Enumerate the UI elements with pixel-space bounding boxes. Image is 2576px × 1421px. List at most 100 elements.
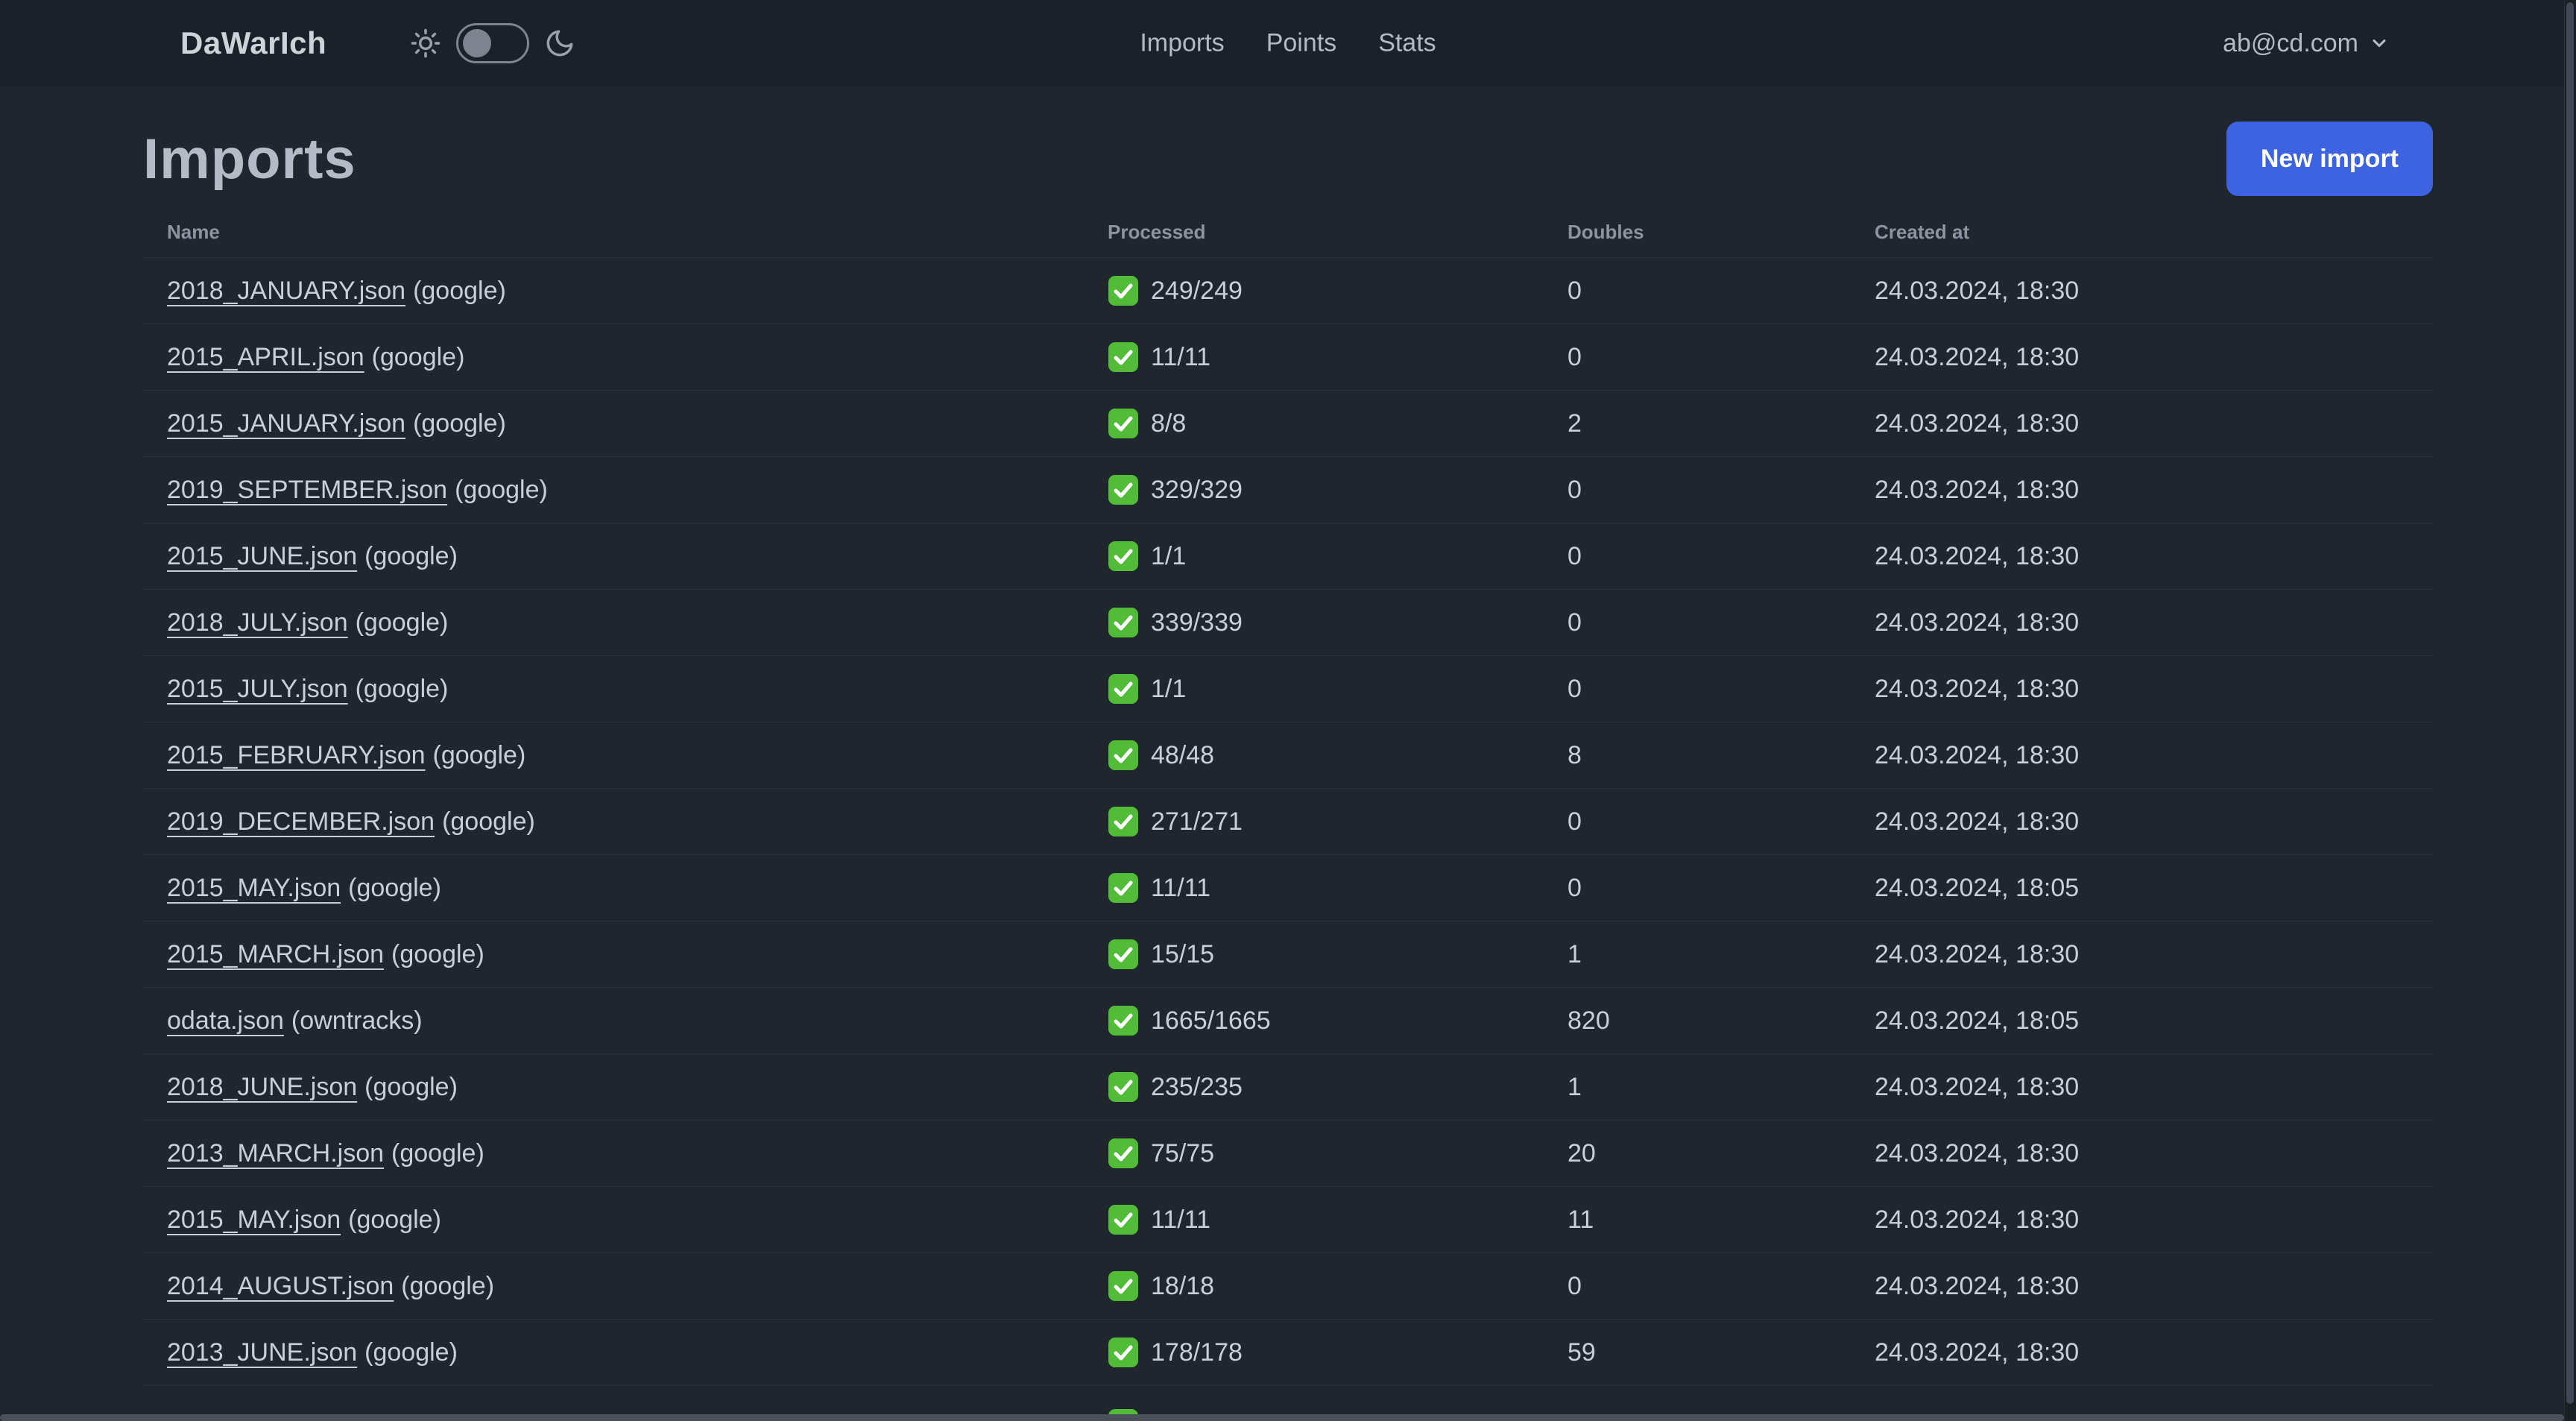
import-file-link[interactable]: odata.json [167,1006,284,1035]
import-file-link[interactable]: 2013_MARCH.json [167,1139,384,1168]
nav-link[interactable]: Points [1266,29,1337,58]
created-at-cell: 24.03.2024, 18:30 [1875,324,2433,391]
table-row: 2018_JUNE.json (google) 235/235 1 24.03.2… [143,1053,2433,1121]
import-file-link[interactable]: 2015_APRIL.json [167,343,364,371]
processed-cell: 271/271 [1108,788,1568,855]
doubles-cell: 0 [1568,257,1875,324]
chevron-down-icon [2373,39,2386,48]
doubles-cell: 0 [1568,324,1875,391]
doubles-cell: 11 [1568,1186,1875,1253]
import-file-link[interactable]: 2015_MAY.json [167,874,341,902]
import-file-link[interactable]: 2015_JULY.json [167,675,348,703]
check-mark-icon [1108,807,1138,836]
processed-count: 178/178 [1151,1337,1243,1367]
import-file-link[interactable]: 2018_JULY.json [167,608,348,637]
import-file-link[interactable]: 2015_JANUARY.json [167,409,405,438]
table-row: 2019_DECEMBER.json (google) 271/271 0 24.… [143,788,2433,855]
imports-page: Imports New import Name Processed Double… [0,86,2576,1386]
doubles-cell: 0 [1568,854,1875,921]
created-at-cell: 24.03.2024, 18:30 [1875,257,2433,324]
check-mark-icon [1108,1138,1138,1168]
import-file-link[interactable]: 2015_MARCH.json [167,940,384,968]
new-import-button[interactable]: New import [2226,122,2433,196]
doubles-cell: 0 [1568,788,1875,855]
import-source: (google) [364,1072,458,1101]
name-cell: 2015_JUNE.json (google) [143,523,1108,590]
nav-link[interactable]: Imports [1140,29,1224,58]
processed-count: 11/11 [1151,873,1211,902]
name-cell: 2019_DECEMBER.json (google) [143,788,1108,855]
table-row: 2015_FEBRUARY.json (google) 48/48 8 24.03… [143,722,2433,789]
app-logo[interactable]: DaWarIch [180,25,326,61]
processed-cell: 18/18 [1108,1253,1568,1320]
import-file-link[interactable]: 2015_MAY.json [167,1206,341,1234]
import-source: (google) [413,409,506,438]
import-source: (google) [391,939,484,968]
processed-cell: 8/8 [1108,390,1568,457]
name-cell: 2018_JUNE.json (google) [143,1053,1108,1121]
import-file-link[interactable]: 2018_JUNE.json [167,1073,357,1101]
processed-cell: 329/329 [1108,456,1568,523]
column-header-processed: Processed [1108,221,1206,243]
processed-cell: 235/235 [1108,1053,1568,1121]
processed-count: 1/1 [1151,674,1187,703]
check-mark-icon [1108,409,1138,438]
table-row: 2015_JULY.json (google) 1/1 0 24.03.2024,… [143,655,2433,722]
doubles-cell: 20 [1568,1120,1875,1187]
processed-count: 235/235 [1151,1072,1243,1101]
import-file-link[interactable]: 2015_JUNE.json [167,542,357,570]
processed-cell: 1/1 [1108,523,1568,590]
theme-toggle-switch[interactable] [456,23,530,63]
horizontal-scrollbar[interactable] [0,1414,2564,1421]
table-row: 2019_SEPTEMBER.json (google) 329/329 0 24… [143,456,2433,523]
doubles-cell: 8 [1568,722,1875,789]
check-mark-icon [1108,1337,1138,1367]
processed-count: 1665/1665 [1151,1006,1271,1035]
import-file-link[interactable]: 2019_SEPTEMBER.json [167,476,447,504]
processed-cell: 339/339 [1108,589,1568,656]
check-mark-icon [1108,740,1138,770]
check-mark-icon [1108,939,1138,969]
table-row: 2018_JANUARY.json (google) 249/249 0 24.0… [143,257,2433,324]
name-cell: 2015_JANUARY.json (google) [143,390,1108,457]
import-file-link[interactable]: 2018_JANUARY.json [167,277,405,305]
table-row: 2015_JUNE.json (google) 1/1 0 24.03.2024,… [143,523,2433,590]
table-row: 2018_JULY.json (google) 339/339 0 24.03.2… [143,589,2433,656]
name-cell: 2015_MAY.json (google) [143,854,1108,921]
doubles-cell: 1 [1568,1053,1875,1121]
processed-count: 15/15 [1151,939,1215,968]
created-at-cell: 24.03.2024, 18:30 [1875,1053,2433,1121]
column-header-created-at: Created at [1875,221,1970,243]
processed-count: 249/249 [1151,276,1243,305]
table-row: 2014_AUGUST.json (google) 18/18 0 24.03.2… [143,1253,2433,1320]
import-source: (google) [364,1337,458,1367]
created-at-cell: 24.03.2024, 18:05 [1875,854,2433,921]
import-file-link[interactable]: 2015_FEBRUARY.json [167,741,426,769]
vertical-scrollbar[interactable] [2566,2,2574,1404]
doubles-cell: 0 [1568,456,1875,523]
moon-icon [546,30,573,57]
table-row: odata.json (owntracks) 1665/1665 820 24.0… [143,987,2433,1054]
table-body: 2018_JANUARY.json (google) 249/249 0 24.0… [143,257,2433,1386]
page-header: Imports New import [143,119,2433,198]
import-source: (google) [364,541,458,570]
user-menu[interactable]: ab@cd.com [2223,29,2390,58]
import-file-link[interactable]: 2014_AUGUST.json [167,1272,394,1300]
nav-link[interactable]: Stats [1378,29,1436,58]
created-at-cell: 24.03.2024, 18:30 [1875,788,2433,855]
name-cell: odata.json (owntracks) [143,987,1108,1054]
created-at-cell: 24.03.2024, 18:30 [1875,1319,2433,1386]
import-file-link[interactable]: 2013_JUNE.json [167,1338,357,1367]
import-file-link[interactable]: 2019_DECEMBER.json [167,807,435,836]
import-source: (google) [348,873,441,902]
table-header: Name Processed Doubles Created at [143,203,2433,258]
check-mark-icon [1108,1072,1138,1102]
created-at-cell: 24.03.2024, 18:30 [1875,523,2433,590]
imports-table: Name Processed Doubles Created at 2018_J… [143,203,2433,1386]
table-row: 2015_MAY.json (google) 11/11 11 24.03.202… [143,1186,2433,1253]
import-source: (google) [432,740,526,769]
processed-cell: 75/75 [1108,1120,1568,1187]
navbar: DaWarIch Imports Points Stats ab@cd.com [0,0,2576,86]
toggle-knob [463,29,492,57]
processed-cell: 249/249 [1108,257,1568,324]
